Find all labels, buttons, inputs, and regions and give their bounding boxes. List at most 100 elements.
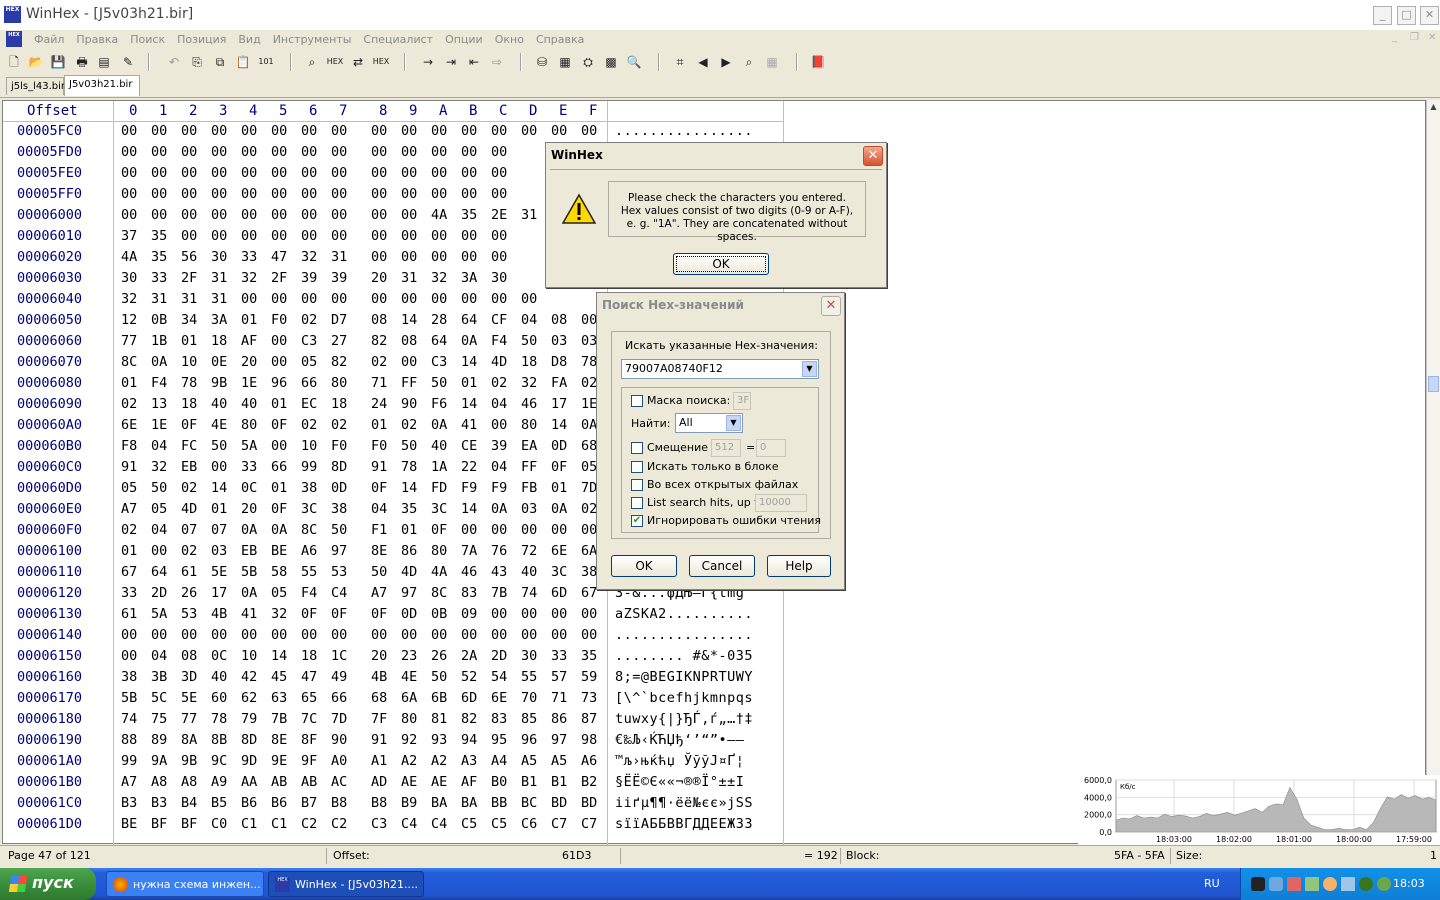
hex-byte[interactable]: 18 [331,396,347,412]
hex-byte[interactable]: C6 [521,816,537,832]
hex-byte[interactable]: 72 [521,543,537,559]
hex-byte[interactable]: B4 [181,795,197,811]
hex-byte[interactable]: 97 [401,585,417,601]
hex-byte[interactable]: 00 [121,165,137,181]
hex-byte[interactable]: C2 [331,816,347,832]
hex-byte[interactable]: 00 [401,144,417,160]
hex-byte[interactable]: BB [491,795,507,811]
hex-byte[interactable]: 22 [461,459,477,475]
hex-byte[interactable]: 00 [491,522,507,538]
hex-byte[interactable]: 4D [181,501,197,517]
winhex-app-icon[interactable]: HEX [4,6,21,23]
hex-byte[interactable]: 02 [181,543,197,559]
hex-byte[interactable]: 00 [371,186,387,202]
hex-byte[interactable]: 20 [371,270,387,286]
hex-byte[interactable]: 00 [461,144,477,160]
hex-byte[interactable]: 4E [211,417,227,433]
hex-byte[interactable]: 02 [491,375,507,391]
hex-byte[interactable]: 00 [431,228,447,244]
hex-byte[interactable]: 35 [461,207,477,223]
hex-byte[interactable]: BA [461,795,477,811]
hex-byte[interactable]: 30 [121,270,137,286]
hex-byte[interactable]: 0A [271,522,287,538]
hex-byte[interactable]: 71 [371,375,387,391]
hex-byte[interactable]: 00 [401,249,417,265]
hex-byte[interactable]: 55 [521,669,537,685]
hex-byte[interactable]: 00 [331,186,347,202]
hex-byte[interactable]: 4A [431,564,447,580]
hex-byte[interactable]: 0D [551,438,567,454]
hex-byte[interactable]: 32 [431,270,447,286]
hex-byte[interactable]: 65 [301,690,317,706]
hex-byte[interactable]: 47 [301,669,317,685]
hex-byte[interactable]: 4D [491,354,507,370]
hex-byte[interactable]: 50 [521,333,537,349]
hex-byte[interactable]: 26 [181,585,197,601]
hex-byte[interactable]: 00 [121,123,137,139]
hex-byte[interactable]: 9B [211,375,227,391]
maximize-icon[interactable]: □ [1397,6,1416,25]
hex-byte[interactable]: 5C [151,690,167,706]
hex-byte[interactable]: 80 [401,711,417,727]
hex-byte[interactable]: 05 [581,459,597,475]
hex-byte[interactable]: 00 [211,123,227,139]
hex-byte[interactable]: B3 [121,795,137,811]
ram-icon[interactable]: ▦ [555,52,575,72]
hex-byte[interactable]: 3C [301,501,317,517]
hex-byte[interactable]: 99 [121,753,137,769]
hex-byte[interactable]: 32 [151,459,167,475]
tray-network-icon[interactable] [1269,877,1283,891]
hex-byte[interactable]: 70 [521,690,537,706]
hex-byte[interactable]: 00 [241,186,257,202]
hex-byte[interactable]: 01 [551,480,567,496]
hex-byte[interactable]: B2 [581,774,597,790]
hex-byte[interactable]: 00 [491,627,507,643]
offset-checkbox[interactable] [631,442,643,454]
disk-tools-icon[interactable]: ⛭ [578,52,598,72]
hex-byte[interactable]: 00 [181,123,197,139]
hex-byte[interactable]: 00 [121,648,137,664]
hex-byte[interactable]: 00 [581,606,597,622]
hex-byte[interactable]: 00 [401,228,417,244]
hex-byte[interactable]: D8 [551,354,567,370]
hex-byte[interactable]: AD [371,774,387,790]
hex-byte[interactable]: 00 [521,606,537,622]
hex-byte[interactable]: 73 [581,690,597,706]
hex-byte[interactable]: 00 [521,522,537,538]
hex-byte[interactable]: F9 [491,480,507,496]
hex-byte[interactable]: 30 [211,249,227,265]
hex-byte[interactable]: 53 [181,606,197,622]
hex-byte[interactable]: 00 [491,606,507,622]
hex-byte[interactable]: C4 [401,816,417,832]
hex-byte[interactable]: 14 [461,396,477,412]
hex-byte[interactable]: 09 [461,606,477,622]
hex-byte[interactable]: A7 [371,585,387,601]
hex-byte[interactable]: 50 [151,480,167,496]
tray-app-icon[interactable] [1251,877,1265,891]
hex-byte[interactable]: 04 [491,396,507,412]
hex-byte[interactable]: 00 [301,627,317,643]
hex-byte[interactable]: 30 [491,270,507,286]
hex-byte[interactable]: 7A [461,543,477,559]
hex-byte[interactable]: A6 [301,543,317,559]
menu-item-1[interactable]: Правка [70,30,124,49]
tab-j5ls-l43[interactable]: j5ls_l43.bir [6,77,65,95]
mdi-close-icon[interactable]: ✕ [1428,32,1436,43]
task-winhex[interactable]: HEX WinHex - [J5v03h21.... [268,871,424,897]
hex-byte[interactable]: 10 [301,438,317,454]
hex-byte[interactable]: 9C [211,753,227,769]
hex-byte[interactable]: 61 [181,564,197,580]
hex-byte[interactable]: 01 [121,375,137,391]
hex-byte[interactable]: 18 [521,354,537,370]
hex-byte[interactable]: 00 [331,165,347,181]
hex-byte[interactable]: 00 [211,186,227,202]
hex-byte[interactable]: 0D [331,480,347,496]
hex-byte[interactable]: 91 [371,732,387,748]
hex-byte[interactable]: 87 [581,711,597,727]
hex-byte[interactable]: 08 [401,333,417,349]
hex-byte[interactable]: 0A [551,501,567,517]
hex-byte[interactable]: 0A [241,522,257,538]
hex-byte[interactable]: 20 [241,501,257,517]
hex-byte[interactable]: C3 [431,354,447,370]
offset-remainder-input[interactable]: 0 [756,439,786,457]
